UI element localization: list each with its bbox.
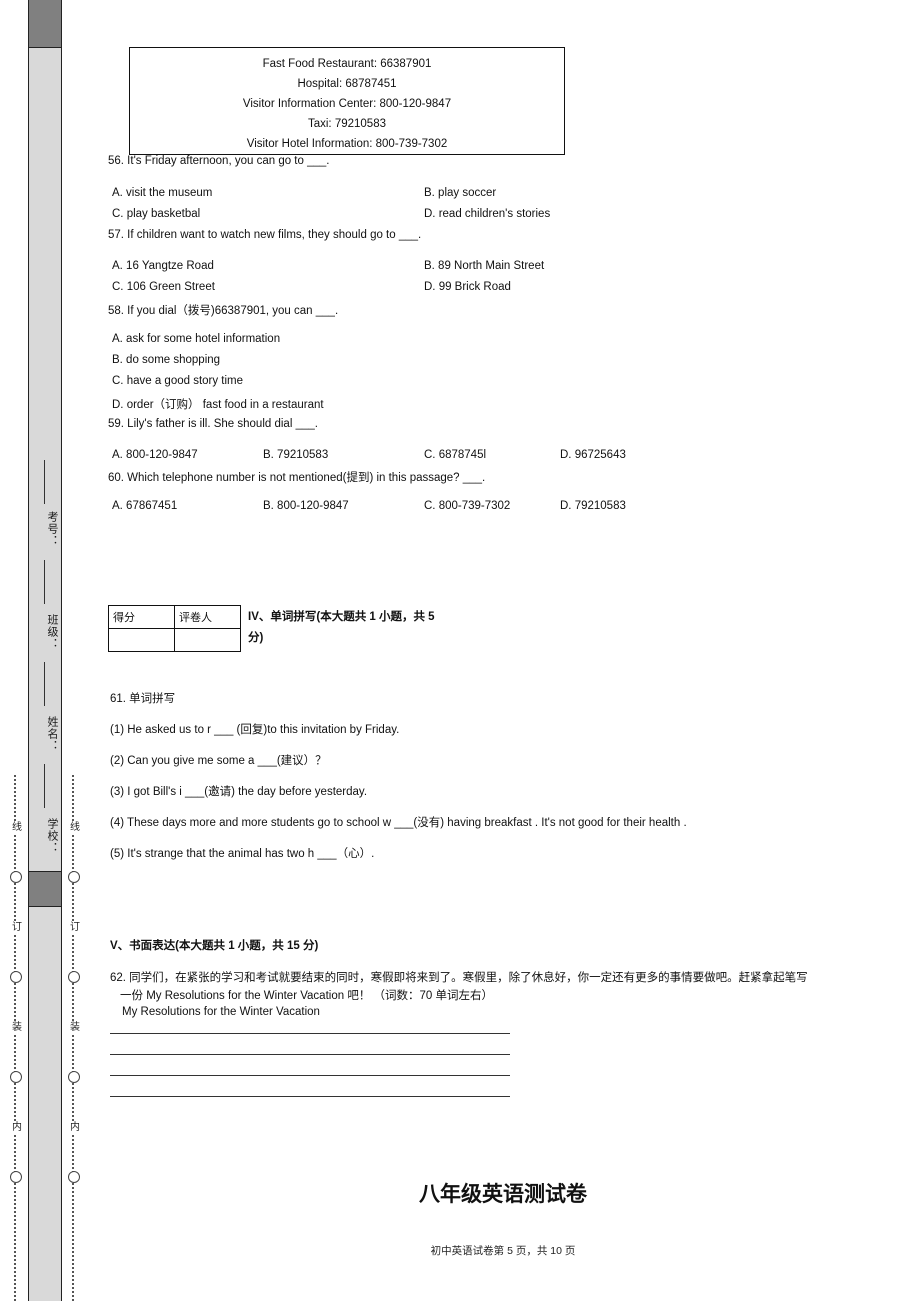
question-60-option-d[interactable]: D. 79210583 bbox=[560, 500, 626, 512]
seal-rule-1 bbox=[44, 460, 45, 504]
question-57-option-d[interactable]: D. 99 Brick Road bbox=[424, 281, 511, 293]
question-60-stem: 60. Which telephone number is not mentio… bbox=[108, 472, 486, 484]
cut-glyph-pack-2: 装 bbox=[66, 1022, 84, 1034]
question-60-option-a[interactable]: A. 67867451 bbox=[112, 500, 177, 512]
cut-circle-3 bbox=[10, 1071, 22, 1083]
cut-line-right: 线 订 装 内 bbox=[66, 775, 90, 1301]
sidebar-label-class: 班级： bbox=[46, 614, 58, 650]
directory-line-restaurant: Fast Food Restaurant: 66387901 bbox=[262, 58, 432, 70]
content-column: Fast Food Restaurant: 66387901 Hospital:… bbox=[108, 0, 898, 1301]
question-59-option-a[interactable]: A. 800-120-9847 bbox=[112, 449, 198, 461]
directory-line-visitor-center: Visitor Information Center: 800-120-9847 bbox=[242, 98, 452, 110]
cut-circle-2 bbox=[10, 971, 22, 983]
cut-glyph-line: 线 bbox=[8, 822, 26, 834]
question-56-option-a[interactable]: A. visit the museum bbox=[112, 187, 212, 199]
essay-answer-line-3[interactable] bbox=[110, 1075, 510, 1076]
exam-paper-page: 考号： 班级： 姓名： 学校： 线 订 装 内 线 订 装 内 Fast Foo… bbox=[0, 0, 920, 1301]
spelling-item-5[interactable]: (5) It's strange that the animal has two… bbox=[110, 845, 374, 861]
seal-rule-3 bbox=[44, 662, 45, 706]
score-header-grader: 评卷人 bbox=[174, 605, 241, 629]
score-value-points[interactable] bbox=[108, 628, 175, 652]
cut-glyph-bind-2: 订 bbox=[66, 922, 84, 934]
question-60-option-c[interactable]: C. 800-739-7302 bbox=[424, 500, 510, 512]
sidebar-label-name: 姓名： bbox=[46, 716, 58, 752]
question-58-option-b[interactable]: B. do some shopping bbox=[112, 354, 220, 366]
essay-prompt-line-2: 一份 My Resolutions for the Winter Vacatio… bbox=[120, 990, 493, 1002]
question-59-option-b[interactable]: B. 79210583 bbox=[263, 449, 328, 461]
cut-glyph-bind: 订 bbox=[8, 922, 26, 934]
spelling-item-2[interactable]: (2) Can you give me some a ___(建议）？ bbox=[110, 752, 327, 768]
score-value-grader[interactable] bbox=[174, 628, 241, 652]
cut-glyph-inner-2: 内 bbox=[66, 1122, 84, 1134]
question-56-stem: 56. It's Friday afternoon, you can go to… bbox=[108, 155, 330, 167]
table-row-values bbox=[108, 628, 241, 652]
seal-rule-4 bbox=[44, 764, 45, 808]
question-58-stem: 58. If you dial（拨号)66387901, you can ___… bbox=[108, 305, 339, 317]
question-61-label: 61. 单词拼写 bbox=[110, 693, 176, 705]
question-57-stem: 57. If children want to watch new films,… bbox=[108, 229, 422, 241]
page-title: 八年级英语测试卷 bbox=[419, 1181, 587, 1206]
question-60-option-b[interactable]: B. 800-120-9847 bbox=[263, 500, 349, 512]
essay-answer-line-1[interactable] bbox=[110, 1033, 510, 1034]
seal-block-middle bbox=[28, 871, 62, 907]
question-57-option-c[interactable]: C. 106 Green Street bbox=[112, 281, 215, 293]
section-iv-heading: IV、单词拼写(本大题共 1 小题，共 5 分) bbox=[248, 611, 435, 644]
cut-circle-6 bbox=[68, 971, 80, 983]
cut-circle-8 bbox=[68, 1171, 80, 1183]
cut-circle-1 bbox=[10, 871, 22, 883]
spelling-item-4[interactable]: (4) These days more and more students go… bbox=[110, 814, 687, 830]
question-57-option-a[interactable]: A. 16 Yangtze Road bbox=[112, 260, 214, 272]
directory-line-taxi: Taxi: 79210583 bbox=[307, 118, 386, 130]
spelling-item-3[interactable]: (3) I got Bill's i ___(邀请) the day befor… bbox=[110, 783, 367, 799]
cut-line-left: 线 订 装 内 bbox=[8, 775, 32, 1301]
question-59-stem: 59. Lily's father is ill. She should dia… bbox=[108, 418, 318, 430]
table-row-header: 得分 评卷人 bbox=[108, 605, 241, 629]
question-58-option-d[interactable]: D. order（订购） fast food in a restaurant bbox=[112, 396, 324, 412]
question-59-option-d[interactable]: D. 96725643 bbox=[560, 449, 626, 461]
section-v-heading: V、书面表达(本大题共 1 小题，共 15 分) bbox=[110, 940, 319, 952]
essay-answer-line-4[interactable] bbox=[110, 1096, 510, 1097]
question-57-option-b[interactable]: B. 89 North Main Street bbox=[424, 260, 544, 272]
essay-answer-line-2[interactable] bbox=[110, 1054, 510, 1055]
score-table: 得分 评卷人 bbox=[108, 605, 241, 652]
score-header-points: 得分 bbox=[108, 605, 175, 629]
question-56-option-d[interactable]: D. read children's stories bbox=[424, 208, 550, 220]
seal-block-top bbox=[28, 0, 62, 48]
essay-title: My Resolutions for the Winter Vacation bbox=[122, 1006, 320, 1018]
spelling-item-1[interactable]: (1) He asked us to r ___ (回复)to this inv… bbox=[110, 721, 399, 737]
directory-line-hospital: Hospital: 68787451 bbox=[297, 78, 397, 90]
cut-glyph-pack: 装 bbox=[8, 1022, 26, 1034]
cut-circle-7 bbox=[68, 1071, 80, 1083]
cut-glyph-inner: 内 bbox=[8, 1122, 26, 1134]
question-56-option-c[interactable]: C. play basketbal bbox=[112, 208, 200, 220]
phone-directory-box: Fast Food Restaurant: 66387901 Hospital:… bbox=[129, 47, 565, 155]
question-58-option-a[interactable]: A. ask for some hotel information bbox=[112, 333, 280, 345]
cut-circle-5 bbox=[68, 871, 80, 883]
cut-circle-4 bbox=[10, 1171, 22, 1183]
page-footer: 初中英语试卷第 5 页，共 10 页 bbox=[430, 1245, 576, 1257]
cut-glyph-line-2: 线 bbox=[66, 822, 84, 834]
question-58-option-c[interactable]: C. have a good story time bbox=[112, 375, 243, 387]
question-56-option-b[interactable]: B. play soccer bbox=[424, 187, 496, 199]
seal-rule-2 bbox=[44, 560, 45, 604]
sidebar-label-school: 学校： bbox=[46, 818, 58, 854]
sidebar-label-exam-number: 考号： bbox=[46, 511, 58, 547]
question-59-option-c[interactable]: C. 6878745l bbox=[424, 449, 486, 461]
directory-line-hotel: Visitor Hotel Information: 800-739-7302 bbox=[246, 138, 448, 150]
essay-prompt-line-1: 62. 同学们，在紧张的学习和考试就要结束的同时，寒假即将来到了。寒假里，除了休… bbox=[110, 972, 808, 984]
